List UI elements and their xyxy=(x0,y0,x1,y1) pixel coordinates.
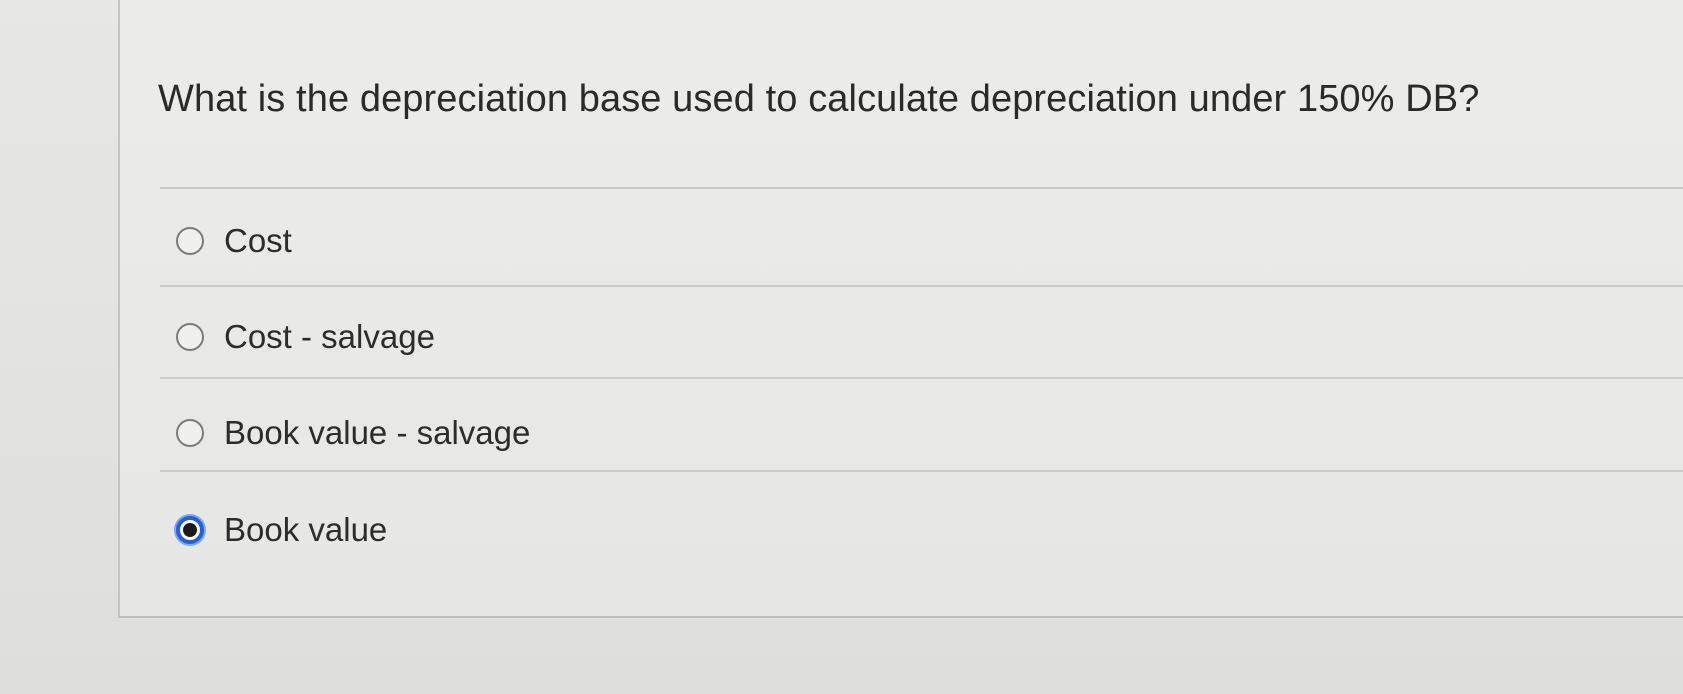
radio-dot-icon xyxy=(183,523,197,537)
option-cost[interactable]: Cost xyxy=(176,222,292,260)
option-book-value[interactable]: Book value xyxy=(176,511,387,549)
divider xyxy=(160,187,1683,189)
divider xyxy=(160,470,1683,472)
question-text: What is the depreciation base used to ca… xyxy=(158,78,1480,120)
option-label: Book value xyxy=(224,511,388,548)
option-label: Cost - salvage xyxy=(224,318,435,355)
divider xyxy=(160,285,1683,287)
option-label: Cost xyxy=(224,222,292,259)
option-book-value-salvage[interactable]: Book value - salvage xyxy=(176,414,530,452)
radio-unselected-icon[interactable] xyxy=(176,227,204,255)
divider xyxy=(160,377,1683,379)
option-cost-salvage[interactable]: Cost - salvage xyxy=(176,318,435,356)
radio-selected-icon[interactable] xyxy=(176,516,204,544)
radio-unselected-icon[interactable] xyxy=(176,323,204,351)
option-label: Book value - salvage xyxy=(224,414,531,451)
radio-unselected-icon[interactable] xyxy=(176,419,204,447)
